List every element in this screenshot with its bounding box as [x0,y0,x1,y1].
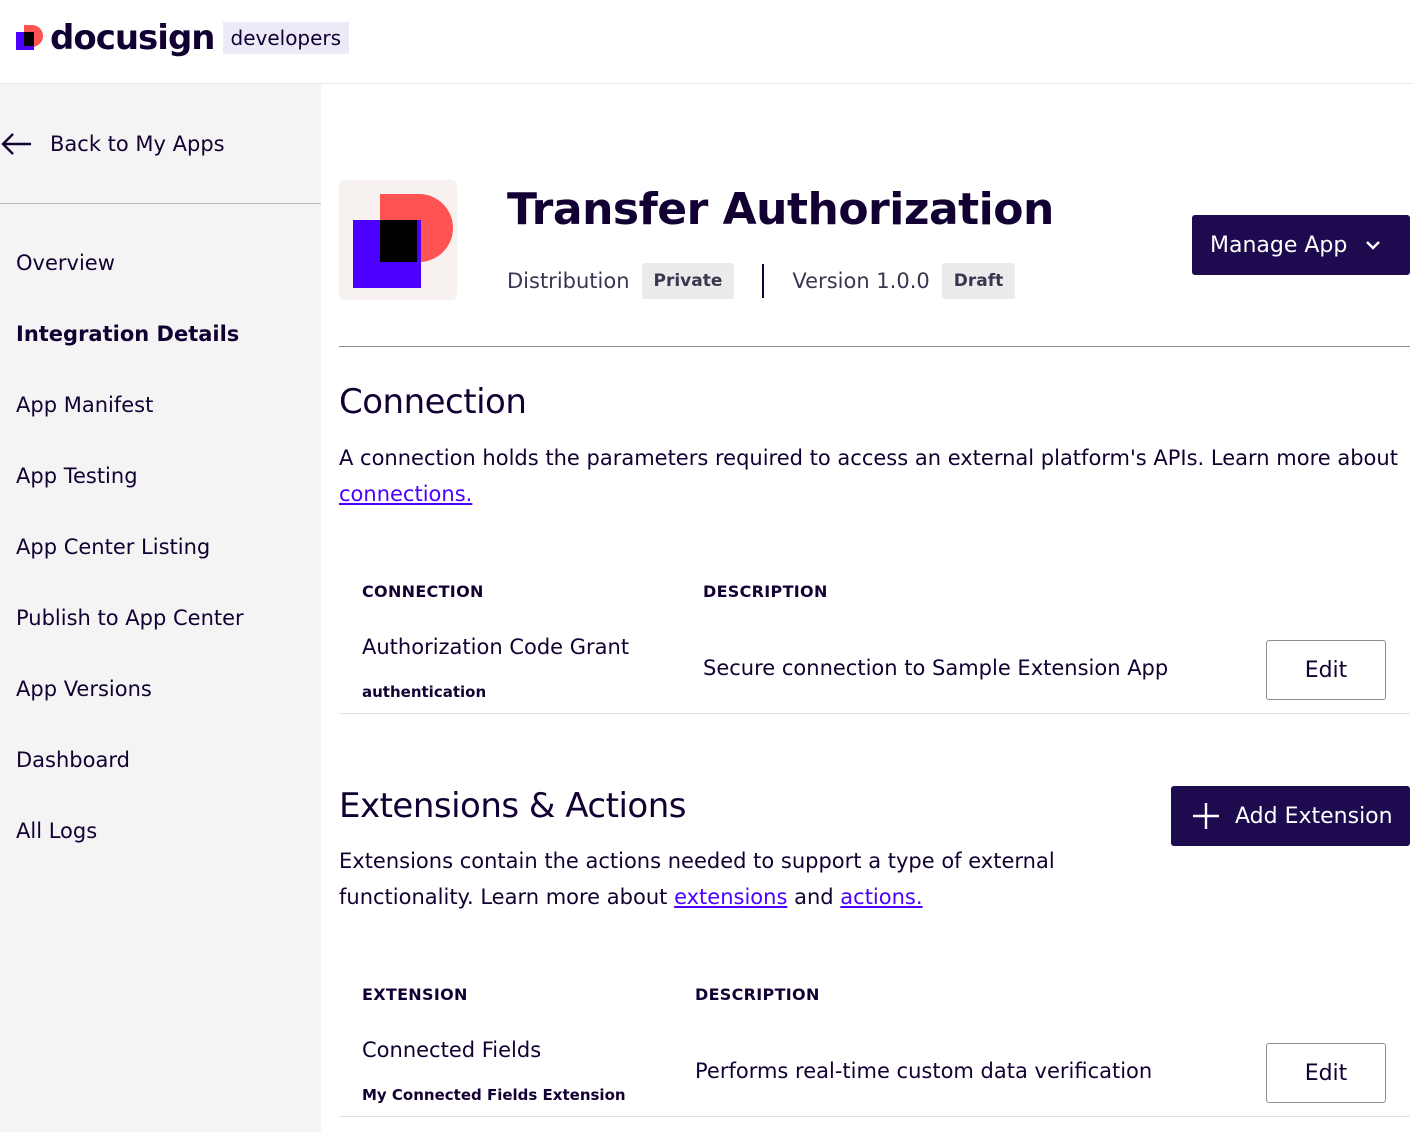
edit-connection-button[interactable]: Edit [1266,640,1386,700]
top-header: docusign developers [0,0,1413,84]
edit-extension-button[interactable]: Edit [1266,1043,1386,1103]
version-label: Version 1.0.0 [792,269,930,293]
extensions-description: Extensions contain the actions needed to… [339,843,1099,915]
extension-description-column-header: DESCRIPTION [695,985,820,1004]
conjunction-text: and [794,885,834,909]
back-to-my-apps-link[interactable]: Back to My Apps [0,112,321,176]
arrow-left-icon [0,132,50,156]
extension-column-header: EXTENSION [362,985,468,1004]
header-divider [339,346,1410,347]
manage-app-label: Manage App [1210,232,1348,258]
sidebar-item-app-testing[interactable]: App Testing [16,441,244,512]
sidebar-divider [0,203,321,204]
add-extension-button[interactable]: Add Extension [1171,786,1410,846]
extension-name: Connected Fields [362,1038,542,1062]
connection-type: authentication [362,683,487,701]
docusign-logo[interactable]: docusign developers [14,18,350,58]
connection-heading: Connection [339,382,527,422]
connection-description-cell: Secure connection to Sample Extension Ap… [703,656,1169,680]
sidebar-item-overview[interactable]: Overview [16,228,244,299]
version-status-badge: Draft [941,263,1016,299]
extension-subtitle: My Connected Fields Extension [362,1086,626,1104]
chevron-down-icon [1365,240,1381,250]
sidebar-item-integration-details[interactable]: Integration Details [16,299,244,370]
manage-app-button[interactable]: Manage App [1192,215,1410,275]
back-label: Back to My Apps [50,132,225,156]
sidebar-item-app-versions[interactable]: App Versions [16,654,244,725]
connection-column-header: CONNECTION [362,582,484,601]
extension-row-divider [339,1116,1410,1117]
app-icon [339,180,457,300]
sidebar-nav: Overview Integration Details App Manifes… [16,228,244,867]
meta-divider [762,264,765,298]
add-extension-label: Add Extension [1235,803,1393,829]
app-meta: Distribution Private Version 1.0.0 Draft [507,262,1016,300]
connection-description-text: A connection holds the parameters requir… [339,446,1398,470]
sidebar-item-app-manifest[interactable]: App Manifest [16,370,244,441]
distribution-label: Distribution [507,269,630,293]
actions-link[interactable]: actions. [840,885,922,909]
sidebar-item-dashboard[interactable]: Dashboard [16,725,244,796]
sidebar-item-all-logs[interactable]: All Logs [16,796,244,867]
extensions-description-line1: Extensions contain the actions needed to… [339,849,1055,873]
docusign-logo-icon [14,23,44,53]
app-title: Transfer Authorization [507,184,1054,235]
sidebar-item-publish-to-app-center[interactable]: Publish to App Center [16,583,244,654]
extensions-description-line2: functionality. Learn more about [339,885,668,909]
connection-row-divider [339,713,1410,714]
developers-badge: developers [222,22,350,54]
connections-link[interactable]: connections. [339,482,472,506]
extensions-link[interactable]: extensions [674,885,787,909]
extension-description-cell: Performs real-time custom data verificat… [695,1059,1153,1083]
distribution-badge: Private [641,263,735,299]
brand-name: docusign [50,18,215,58]
plus-icon [1191,801,1221,831]
sidebar-item-app-center-listing[interactable]: App Center Listing [16,512,244,583]
sidebar: Back to My Apps Overview Integration Det… [0,84,321,1132]
extensions-heading: Extensions & Actions [339,786,686,826]
connection-description: A connection holds the parameters requir… [339,440,1410,512]
description-column-header: DESCRIPTION [703,582,828,601]
main-content: Transfer Authorization Distribution Priv… [339,84,1410,1132]
connection-name: Authorization Code Grant [362,635,630,659]
